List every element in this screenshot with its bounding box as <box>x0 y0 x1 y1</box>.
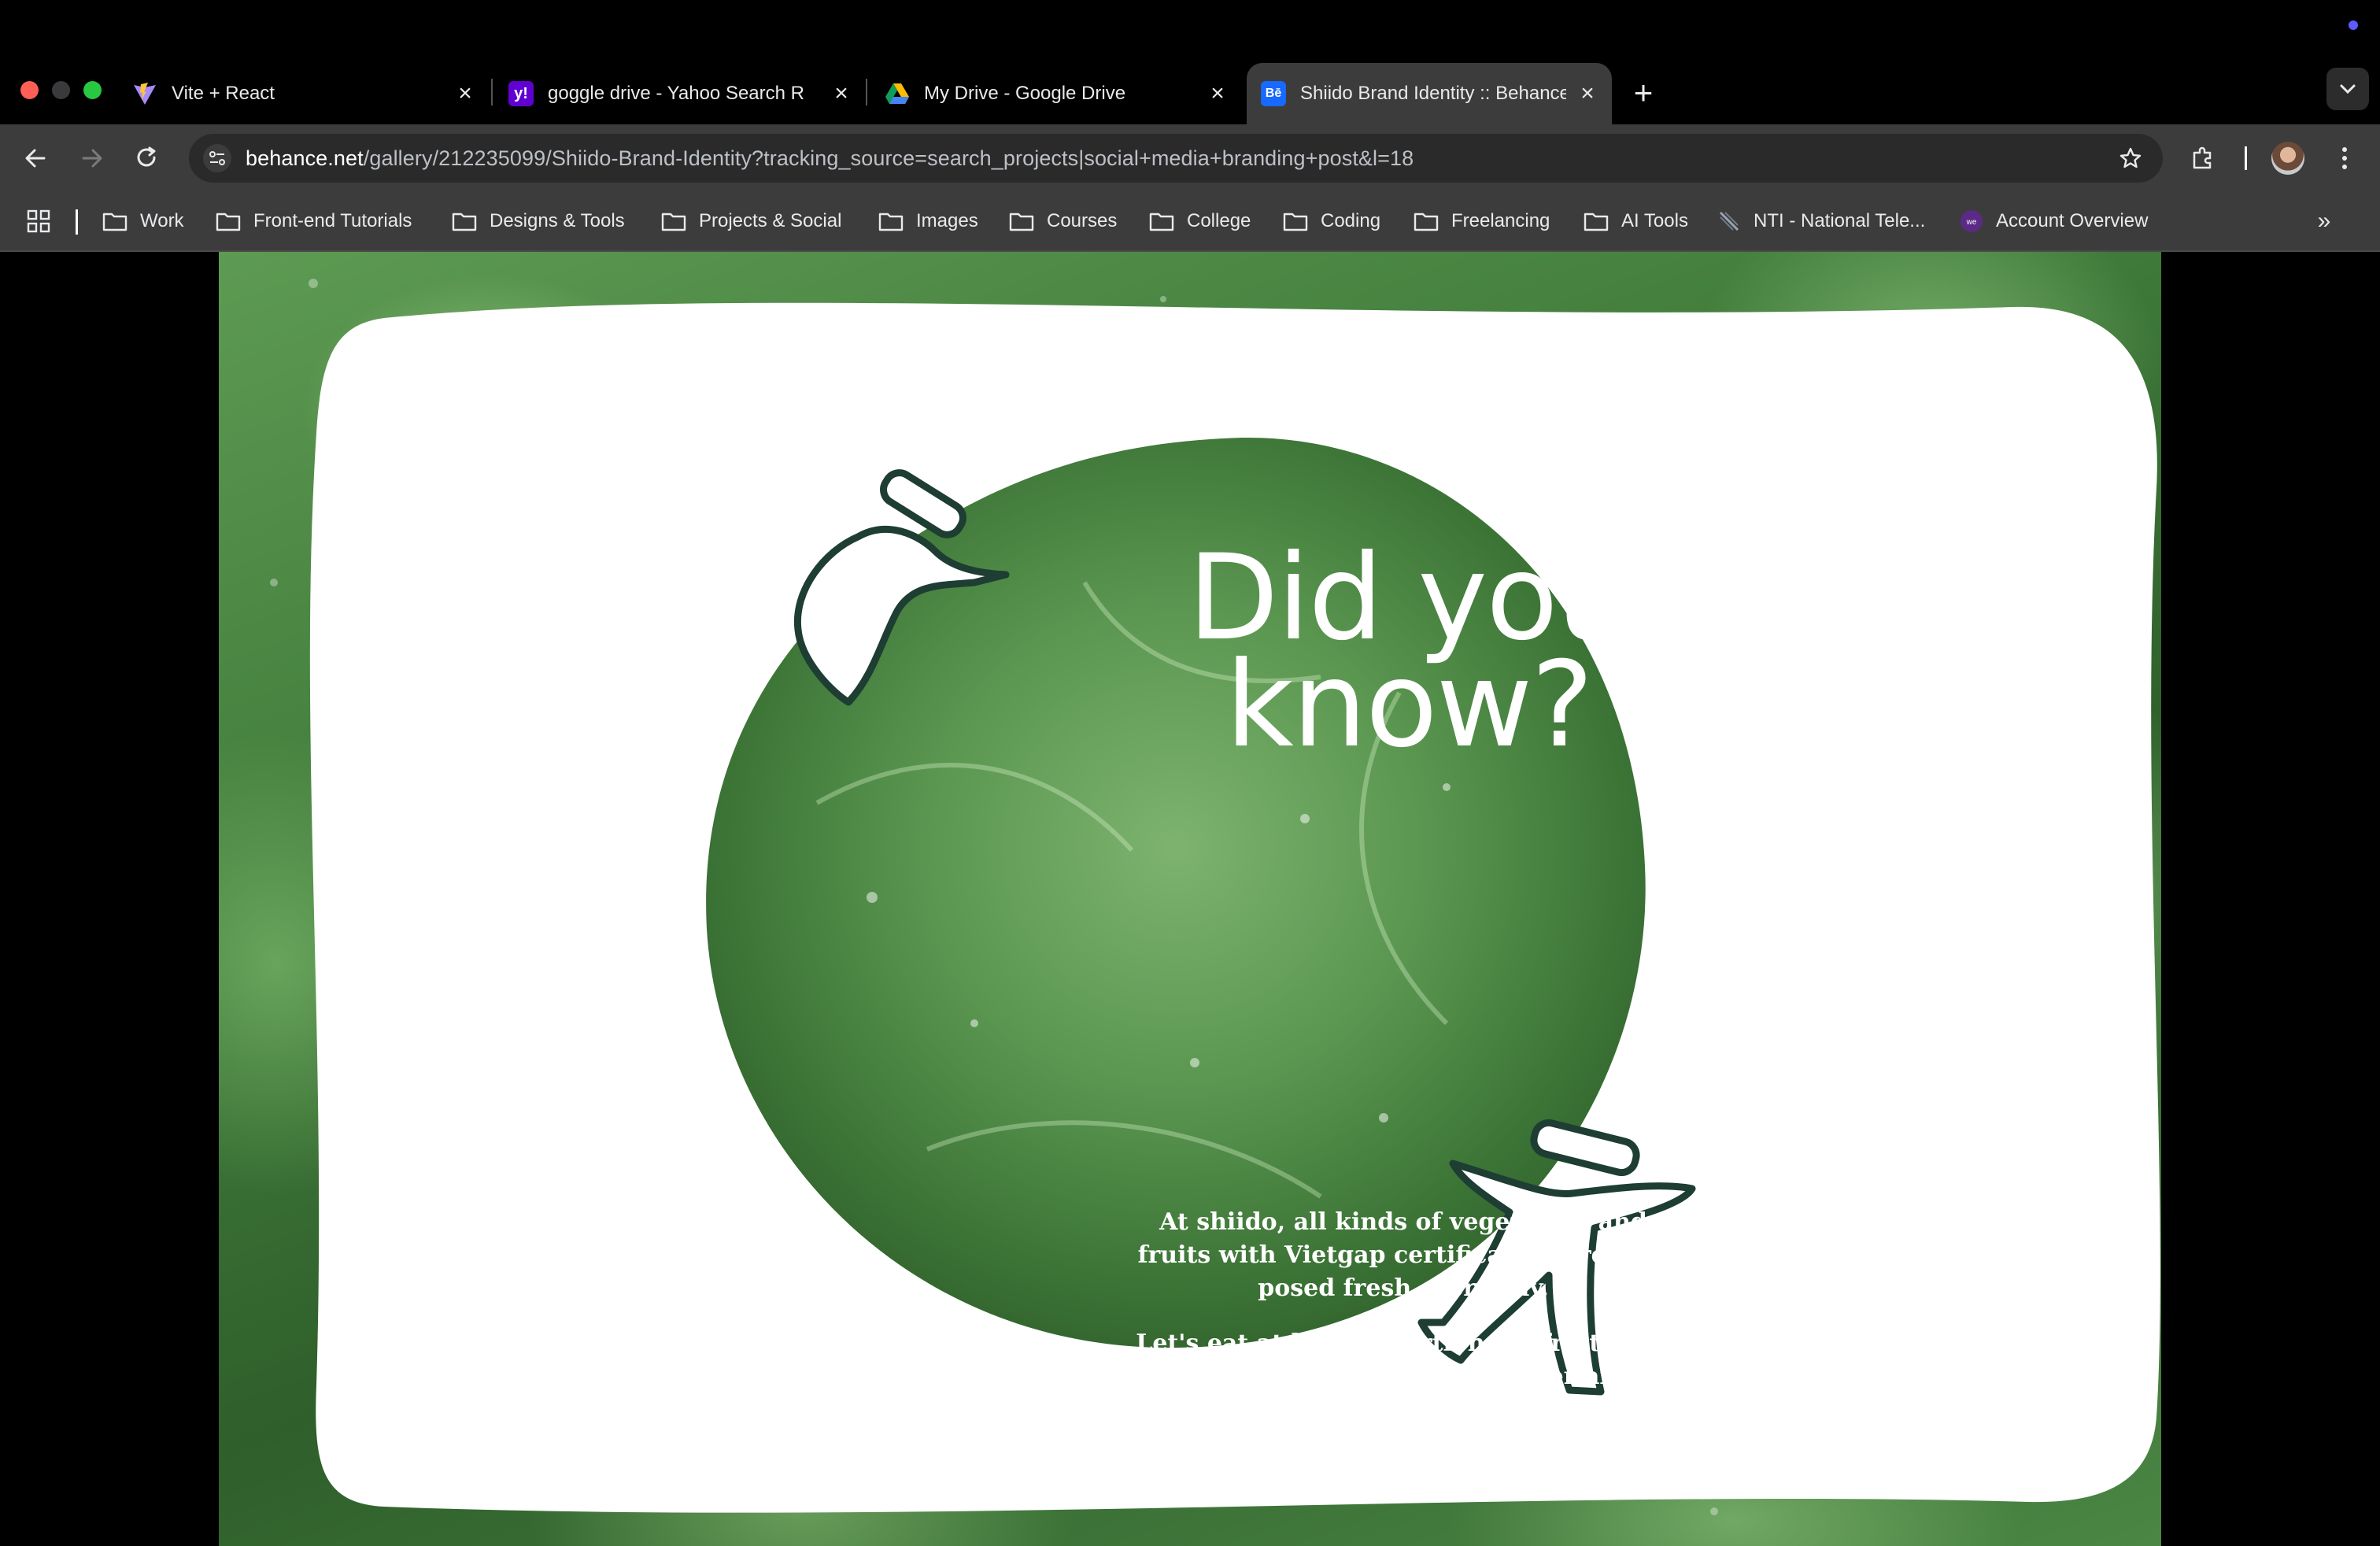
page-content: Did you know? At shiido, all kinds of ve… <box>0 252 2380 1546</box>
chevrons-right-icon[interactable]: » <box>2309 206 2339 236</box>
extensions-button[interactable] <box>2183 139 2223 178</box>
puzzle-icon <box>2193 146 2212 169</box>
bookmark-label: Account Overview <box>1996 210 2149 231</box>
bookmark-college[interactable]: College <box>1149 192 1251 250</box>
tab-behance[interactable]: Bē Shiido Brand Identity :: Behance × <box>1247 63 1612 124</box>
apps-grid-icon[interactable] <box>27 209 50 237</box>
bookmark-label: College <box>1187 210 1251 231</box>
chevron-down-icon <box>2340 84 2356 94</box>
bookmark-label: AI Tools <box>1621 210 1688 231</box>
headline: Did you know? <box>1078 530 1739 774</box>
close-window-button[interactable] <box>20 81 39 99</box>
folder-icon <box>661 211 686 231</box>
bookmark-courses[interactable]: Courses <box>1009 192 1117 250</box>
close-tab-icon[interactable]: × <box>452 80 479 107</box>
reload-button[interactable] <box>128 139 167 178</box>
tab-strip: Vite + React × y! goggle drive - Yahoo S… <box>0 0 2380 124</box>
more-vertical-icon <box>2342 147 2347 169</box>
status-dot <box>2349 20 2358 30</box>
browser-menu-button[interactable] <box>2325 139 2364 178</box>
tab-title: Shiido Brand Identity :: Behance <box>1300 83 1566 104</box>
tab-google-drive[interactable]: My Drive - Google Drive × <box>885 63 1231 124</box>
behance-icon: Bē <box>1261 81 1286 106</box>
google-drive-icon <box>885 81 910 106</box>
bookmark-freelancing[interactable]: Freelancing <box>1414 192 1550 250</box>
paragraph-2: Let's eat at least 5 portions of fruits … <box>1136 1330 1671 1423</box>
new-tab-button[interactable]: + <box>1624 74 1662 112</box>
bookmark-label: Courses <box>1047 210 1118 231</box>
bookmark-label: Coding <box>1321 210 1381 231</box>
browser-toolbar: behance.net/gallery/212235099/Shiido-Bra… <box>0 124 2380 192</box>
site-settings-icon[interactable] <box>203 144 231 172</box>
close-tab-icon[interactable]: × <box>1574 80 1601 107</box>
bookmark-label: Front-end Tutorials <box>253 210 412 231</box>
bookmarks-divider <box>76 209 78 235</box>
tab-title: goggle drive - Yahoo Search R <box>548 83 804 104</box>
bookmark-label: Projects & Social <box>699 210 842 231</box>
folder-icon <box>1584 211 1609 231</box>
bookmark-work[interactable]: Work <box>102 192 184 250</box>
url-text: behance.net/gallery/212235099/Shiido-Bra… <box>246 146 1414 171</box>
folder-icon <box>1283 211 1308 231</box>
tab-title: My Drive - Google Drive <box>924 83 1126 104</box>
bookmark-account-overview[interactable]: we Account Overview <box>1960 192 2148 250</box>
body-text: At shiido, all kinds of vegetables and f… <box>1132 1206 1675 1426</box>
bookmark-images[interactable]: Images <box>878 192 978 250</box>
bookmark-projects-social[interactable]: Projects & Social <box>661 192 841 250</box>
bookmark-label: Freelancing <box>1451 210 1550 231</box>
yahoo-icon: y! <box>508 81 534 106</box>
reload-icon <box>137 146 156 167</box>
bookmark-nti[interactable]: NTI - National Tele... <box>1717 192 1925 250</box>
bookmark-designs-tools[interactable]: Designs & Tools <box>452 192 625 250</box>
account-icon: we <box>1960 209 1983 233</box>
close-tab-icon[interactable]: × <box>828 80 855 107</box>
folder-icon <box>878 211 904 231</box>
folder-icon <box>216 211 241 231</box>
back-button[interactable] <box>16 139 55 178</box>
tab-divider <box>866 79 867 105</box>
bookmark-label: Work <box>140 210 184 231</box>
headline-line-1: Did you <box>1188 530 1632 667</box>
address-bar[interactable]: behance.net/gallery/212235099/Shiido-Bra… <box>189 134 2163 183</box>
nti-icon <box>1717 209 1741 233</box>
bookmarks-bar: Work Front-end Tutorials Designs & Tools… <box>0 192 2380 252</box>
toolbar-divider <box>2245 146 2247 170</box>
paragraph-1: At shiido, all kinds of vegetables and f… <box>1137 1208 1669 1302</box>
profile-avatar[interactable] <box>2271 142 2304 175</box>
folder-icon <box>1149 211 1174 231</box>
vite-icon <box>132 81 157 106</box>
bookmark-front-end-tutorials[interactable]: Front-end Tutorials <box>216 192 412 250</box>
url-path: /gallery/212235099/Shiido-Brand-Identity… <box>363 146 1414 170</box>
tab-vite-react[interactable]: Vite + React × <box>132 63 479 124</box>
folder-icon <box>452 211 477 231</box>
folder-icon <box>1009 211 1034 231</box>
bookmark-coding[interactable]: Coding <box>1283 192 1380 250</box>
bookmark-ai-tools[interactable]: AI Tools <box>1584 192 1688 250</box>
arrow-right-icon <box>82 149 102 168</box>
bookmark-label: Images <box>916 210 978 231</box>
tab-search-button[interactable] <box>2326 68 2369 110</box>
project-image: Did you know? At shiido, all kinds of ve… <box>219 252 2161 1546</box>
headline-line-2: know? <box>1225 637 1594 774</box>
close-tab-icon[interactable]: × <box>1204 80 1231 107</box>
zoom-window-button[interactable] <box>83 81 102 99</box>
arrow-left-icon <box>25 149 46 168</box>
bookmark-label: Designs & Tools <box>490 210 625 231</box>
minimize-window-button[interactable] <box>52 81 70 99</box>
folder-icon <box>102 211 128 231</box>
bookmark-label: NTI - National Tele... <box>1754 210 1926 231</box>
tab-yahoo-search[interactable]: y! goggle drive - Yahoo Search R × <box>508 63 855 124</box>
svg-text:we: we <box>1966 218 1977 227</box>
bookmark-star-icon[interactable] <box>2117 145 2144 172</box>
tab-title: Vite + React <box>172 83 275 104</box>
forward-button[interactable] <box>72 139 112 178</box>
url-host: behance.net <box>246 146 364 170</box>
tab-divider <box>491 79 493 105</box>
folder-icon <box>1414 211 1439 231</box>
